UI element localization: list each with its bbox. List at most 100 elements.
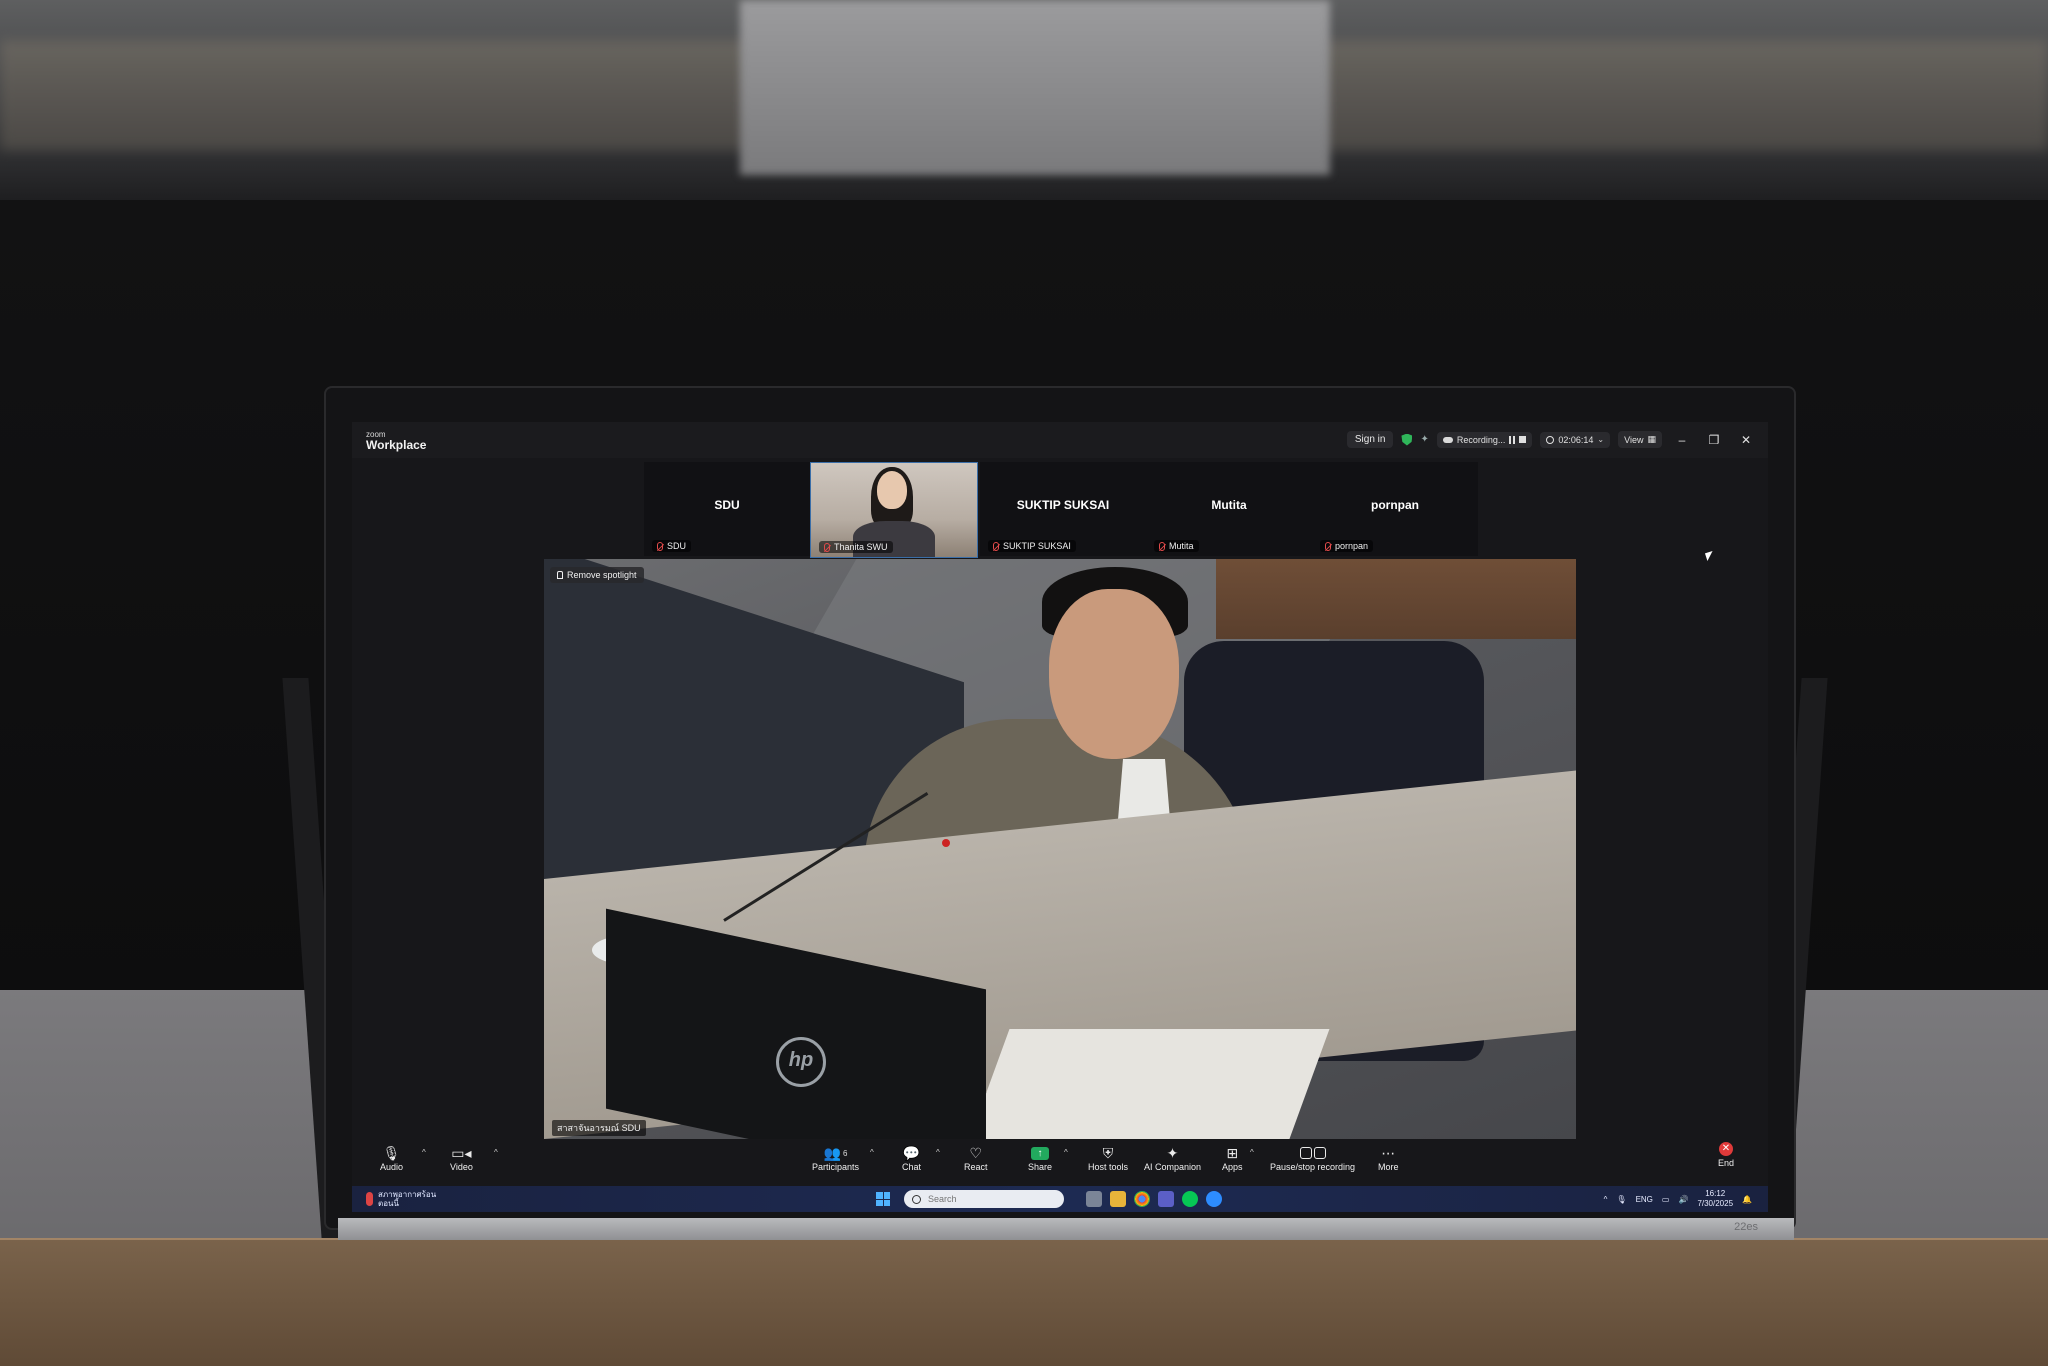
apps-icon: ⊞ [1226,1144,1239,1161]
share-label: Share [1028,1162,1053,1172]
end-label: End [1718,1158,1735,1168]
pause-stop-recording-button[interactable]: Pause/stop recording [1270,1144,1355,1172]
participants-options-caret[interactable]: ^ [870,1148,874,1157]
task-view-icon[interactable] [1086,1191,1102,1207]
chat-button[interactable]: 💬 Chat [902,1144,922,1173]
apps-label: Apps [1222,1162,1243,1172]
zoom-app-icon[interactable] [1206,1191,1222,1207]
video-speaker-face [1049,589,1179,759]
participant-tile-thanita[interactable]: Thanita SWU [810,462,978,558]
weather-widget[interactable]: สภาพอากาศร้อน ตอนนี้ [366,1190,436,1208]
react-button[interactable]: ♡ React [964,1144,988,1173]
share-options-caret[interactable]: ^ [1064,1148,1068,1157]
more-icon: ⋯ [1381,1144,1396,1161]
end-icon-wrap: ✕ [1719,1140,1733,1158]
audio-button[interactable]: 🎙 Audio [380,1144,404,1173]
participant-name: SDU [714,498,740,512]
apps-options-caret[interactable]: ^ [1250,1148,1254,1157]
recording-indicator[interactable]: Recording... [1436,431,1533,448]
network-icon[interactable]: ▭ [1662,1195,1670,1204]
chat-options-caret[interactable]: ^ [936,1148,940,1157]
mic-muted-icon [1159,541,1165,551]
participant-label-text: SUKTIP SUKSAI [1003,541,1071,551]
microphone-tray-icon[interactable]: 🎙 [1616,1195,1626,1204]
taskbar-clock[interactable]: 16:12 7/30/2025 [1697,1189,1733,1209]
participant-tile-sdu[interactable]: SDU SDU [644,462,810,556]
audio-label: Audio [380,1162,404,1172]
teams-icon[interactable] [1158,1191,1174,1207]
participant-tile-suktip[interactable]: SUKTIP SUKSAI SUKTIP SUKSAI [980,462,1146,556]
sparkle-icon: ✦ [1166,1144,1179,1161]
mic-muted-icon [824,542,830,552]
microphone-light [942,839,950,847]
video-button[interactable]: ▭◂ Video [450,1144,473,1173]
participant-tile-pornpan[interactable]: pornpan pornpan [1312,462,1478,556]
rec-icon-pair [1299,1147,1326,1159]
mic-muted-icon [1325,541,1331,551]
security-shield-icon[interactable] [1401,433,1413,446]
view-button[interactable]: View ▦ [1618,431,1662,448]
more-button[interactable]: ⋯ More [1378,1144,1399,1173]
participant-name: pornpan [1371,498,1419,512]
windows-start-icon[interactable] [876,1192,890,1206]
video-label: Video [450,1162,473,1172]
close-button[interactable]: ✕ [1734,433,1758,447]
clock-icon [1546,435,1555,444]
chat-label: Chat [902,1162,922,1172]
end-button[interactable]: ✕ End [1718,1140,1734,1168]
chevron-up-icon[interactable]: ^ [1604,1195,1608,1204]
participant-label: Thanita SWU [819,541,893,553]
volume-icon[interactable]: 🔊 [1678,1195,1688,1204]
view-label: View [1624,434,1644,445]
wood-front [0,1240,2048,1366]
video-papers [958,1029,1330,1139]
system-tray: ^ 🎙 ENG ▭ 🔊 16:12 7/30/2025 🔔 [1604,1189,1752,1209]
remove-spotlight-button[interactable]: Remove spotlight [550,567,644,583]
pause-icon[interactable] [1509,435,1516,444]
spotlight-video[interactable]: hp Remove spotlight สาสาจันอารมณ์ SDU [544,559,1576,1139]
speaker-name-label: สาสาจันอารมณ์ SDU [552,1120,646,1136]
hp-logo: hp [776,1037,826,1087]
file-explorer-icon[interactable] [1110,1191,1126,1207]
stop-icon[interactable] [1519,436,1527,443]
participant-label: SUKTIP SUKSAI [988,540,1076,552]
stop-recording-icon [1313,1147,1326,1159]
language-indicator[interactable]: ENG [1636,1195,1653,1204]
mic-muted-icon [993,541,999,551]
ai-companion-label: AI Companion [1144,1162,1202,1172]
video-options-caret[interactable]: ^ [494,1148,498,1157]
host-tools-button[interactable]: ⛨ Host tools [1088,1144,1129,1173]
title-bar-controls: Sign in ✦ Recording... 02:06:14 ⌄ View ▦… [1346,431,1758,448]
participant-label: SDU [652,540,692,552]
taskbar-search[interactable] [904,1190,1064,1208]
restore-button[interactable]: ❐ [1702,433,1726,447]
audio-options-caret[interactable]: ^ [422,1148,426,1157]
ai-companion-button[interactable]: ✦ AI Companion [1144,1144,1202,1173]
participants-label: Participants [812,1162,860,1172]
participant-name: SUKTIP SUKSAI [1016,498,1110,512]
apps-button[interactable]: ⊞ Apps [1222,1144,1243,1173]
participant-label: Mutita [1154,540,1199,552]
host-tools-label: Host tools [1088,1162,1129,1172]
participant-label-text: pornpan [1335,541,1369,551]
meeting-timer[interactable]: 02:06:14 ⌄ [1540,431,1611,448]
share-button[interactable]: ↑ Share [1028,1144,1052,1172]
participant-strip: SDU SDU Thanita SWU SUKTIP SUKSAI SUKTIP… [352,462,1768,558]
taskbar-search-input[interactable] [926,1193,1050,1205]
chrome-icon[interactable] [1134,1191,1150,1207]
chevron-down-icon: ⌄ [1597,435,1605,444]
minimize-button[interactable]: – [1670,433,1694,447]
participants-button[interactable]: 👥 6 Participants [812,1144,860,1173]
participant-label-text: Mutita [1169,541,1194,551]
participants-count: 6 [843,1148,848,1158]
monitor-brand: 22es [1734,1221,1758,1233]
recording-controls-icon [1299,1144,1326,1162]
notification-bell-icon[interactable]: 🔔 [1742,1195,1752,1204]
sign-in-button[interactable]: Sign in [1346,431,1394,448]
start-pane [876,1192,883,1199]
ai-sparkle-icon[interactable]: ✦ [1420,434,1428,445]
thermometer-icon [366,1192,373,1206]
line-icon[interactable] [1182,1191,1198,1207]
participant-tile-mutita[interactable]: Mutita Mutita [1146,462,1312,556]
participant-label-text: SDU [667,541,687,551]
